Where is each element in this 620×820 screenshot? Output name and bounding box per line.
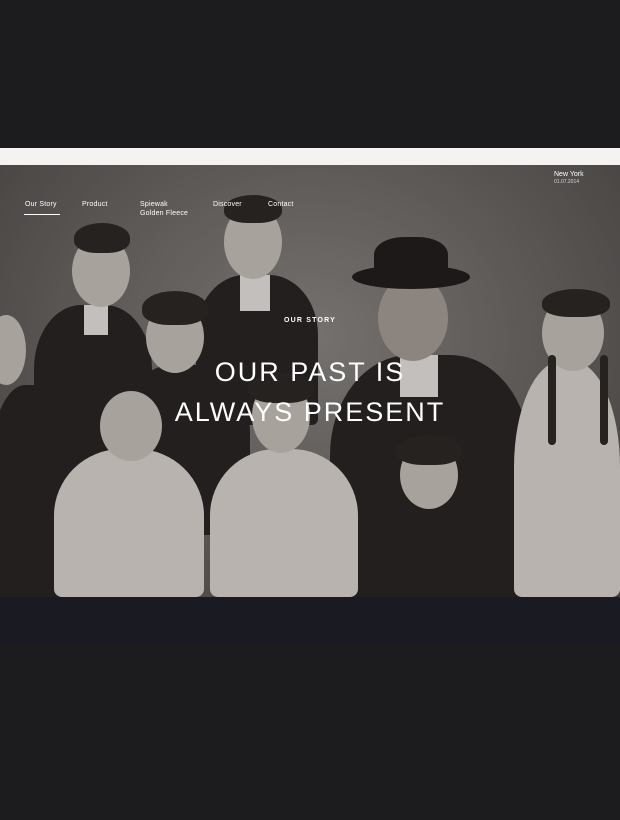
nav-product[interactable]: Product (82, 200, 108, 209)
nav-spiewak-golden-fleece[interactable]: Spiewak Golden Fleece (140, 200, 188, 218)
active-nav-underline (24, 214, 60, 215)
hero-headline: OUR PAST IS ALWAYS PRESENT (0, 352, 620, 432)
headline-line-2: ALWAYS PRESENT (174, 397, 446, 427)
dark-frame-bottom (0, 643, 620, 820)
nav-discover[interactable]: Discover (213, 200, 242, 209)
top-white-band (0, 148, 620, 165)
location-stamp: New York 01.07.2014 (554, 170, 604, 186)
location-date: 01.07.2014 (554, 179, 580, 185)
main-nav: Our Story Product Spiewak Golden Fleece … (0, 198, 620, 228)
section-eyebrow: OUR STORY (283, 317, 337, 324)
headline-line-1: OUR PAST IS (214, 357, 406, 387)
nav-our-story[interactable]: Our Story (25, 200, 57, 209)
bottom-dark-strip (0, 597, 620, 643)
dark-frame-top (0, 0, 620, 148)
nav-contact[interactable]: Contact (268, 200, 294, 209)
location-city: New York (554, 171, 584, 178)
